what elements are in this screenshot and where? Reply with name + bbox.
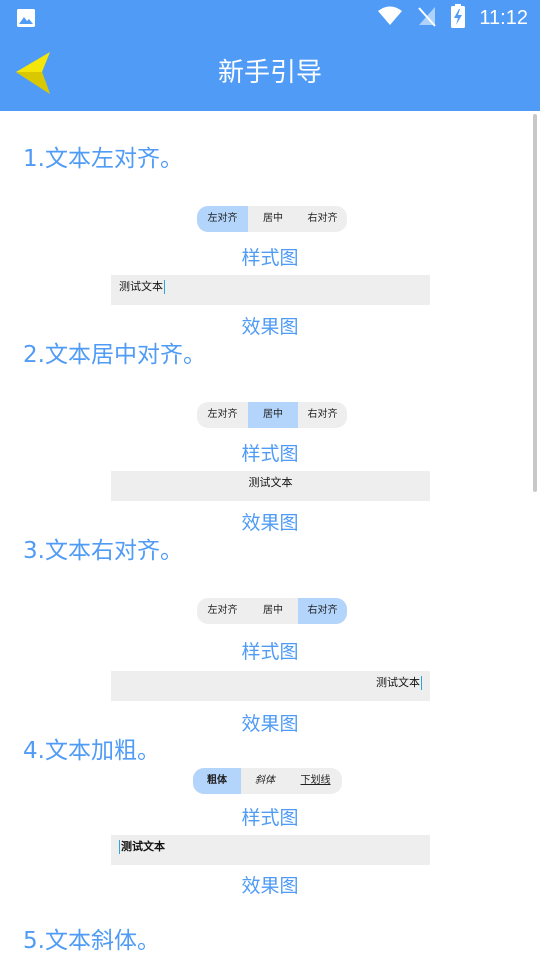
text-cursor — [164, 280, 165, 294]
segment-left-align[interactable]: 左对齐 — [197, 598, 248, 624]
preview-box: 测试文本 — [111, 275, 430, 305]
style-caption: 样式图 — [241, 443, 299, 465]
section-title: 1.文本左对齐。 — [23, 146, 183, 172]
segment-underline[interactable]: 下划线 — [289, 768, 342, 794]
alignment-segment-control: 左对齐 居中 右对齐 — [197, 206, 347, 232]
segment-right-align[interactable]: 右对齐 — [298, 402, 347, 428]
segment-bold[interactable]: 粗体 — [193, 768, 241, 794]
style-caption: 样式图 — [241, 641, 299, 663]
battery-charging-icon — [451, 4, 466, 32]
page-title: 新手引导 — [217, 58, 322, 88]
segment-left-align[interactable]: 左对齐 — [197, 402, 248, 428]
alignment-segment-control: 左对齐 居中 右对齐 — [197, 402, 347, 428]
style-caption: 样式图 — [241, 807, 299, 829]
section-title: 4.文本加粗。 — [23, 738, 160, 764]
segment-right-align[interactable]: 右对齐 — [298, 206, 347, 232]
preview-text: 测试文本 — [119, 280, 163, 293]
guide-content[interactable]: 1.文本左对齐。 左对齐 居中 右对齐 样式图 测试文本 效果图 2.文本居中对… — [0, 111, 540, 960]
preview-box: 测试文本 — [111, 471, 430, 501]
segment-right-align[interactable]: 右对齐 — [298, 598, 347, 624]
preview-box: 测试文本 — [111, 835, 430, 865]
status-time: 11:12 — [479, 6, 528, 29]
scrollbar[interactable] — [533, 114, 537, 492]
preview-box: 测试文本 — [111, 671, 430, 701]
segment-center[interactable]: 居中 — [248, 598, 298, 624]
preview-text: 测试文本 — [376, 676, 420, 689]
app-bar: 新手引导 — [0, 36, 540, 111]
text-cursor — [421, 676, 422, 690]
section-title: 5.文本斜体。 — [23, 928, 160, 954]
status-bar: 11:12 — [0, 0, 540, 36]
text-style-segment-control: 粗体 斜体 下划线 — [193, 768, 342, 794]
alignment-segment-control: 左对齐 居中 右对齐 — [197, 598, 347, 624]
no-signal-icon — [417, 5, 437, 31]
image-icon — [16, 8, 36, 32]
section-title: 3.文本右对齐。 — [23, 538, 183, 564]
segment-left-align[interactable]: 左对齐 — [197, 206, 248, 232]
segment-italic[interactable]: 斜体 — [241, 768, 289, 794]
wifi-icon — [377, 6, 403, 30]
text-cursor — [119, 840, 120, 854]
section-title: 2.文本居中对齐。 — [23, 342, 206, 368]
effect-caption: 效果图 — [241, 875, 299, 897]
segment-center[interactable]: 居中 — [248, 402, 298, 428]
preview-text: 测试文本 — [121, 840, 165, 853]
preview-text: 测试文本 — [248, 476, 293, 489]
style-caption: 样式图 — [241, 247, 299, 269]
segment-center[interactable]: 居中 — [248, 206, 298, 232]
